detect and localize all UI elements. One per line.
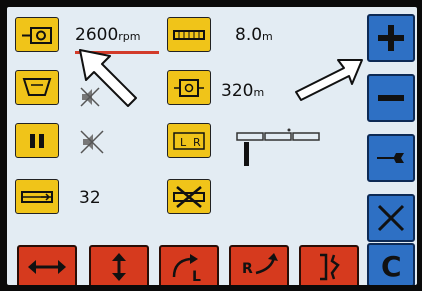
section-label-right: R	[193, 136, 201, 149]
machine-box-button[interactable]	[167, 70, 211, 105]
sprayer-boom-button[interactable]	[15, 179, 59, 214]
engine-speed-readout: 2600rpm	[75, 25, 141, 45]
turn-right-label: R	[242, 261, 253, 277]
count-readout: 32	[79, 188, 101, 208]
clear-button[interactable]: C	[367, 243, 415, 285]
distance-top-readout: 8.0m	[235, 25, 273, 45]
pointer-arrow-left	[79, 49, 137, 107]
engine-speed-icon	[22, 26, 52, 44]
pause-icon	[30, 133, 44, 148]
speaker-muted-icon	[80, 130, 104, 154]
pointer-arrow-right	[295, 59, 363, 101]
settings-button[interactable]	[367, 134, 415, 182]
boom-width-button[interactable]	[167, 17, 211, 52]
wrench-icon	[377, 153, 404, 163]
pause-button[interactable]	[15, 123, 59, 158]
turn-left-button[interactable]: L	[159, 245, 219, 285]
section-label-left: L	[180, 136, 187, 149]
boom-disabled-button[interactable]	[167, 179, 211, 214]
hopper-button[interactable]	[15, 70, 59, 105]
minus-icon	[378, 95, 404, 101]
hopper-icon	[22, 77, 52, 96]
horizontal-arrows-icon	[28, 260, 66, 274]
turn-right-icon: R	[242, 253, 278, 277]
lane-split-icon	[320, 253, 340, 281]
lr-section-button[interactable]: L R	[167, 123, 211, 158]
plus-button[interactable]	[367, 14, 415, 62]
vertical-arrows-button[interactable]	[89, 245, 149, 285]
lane-split-button[interactable]	[299, 245, 359, 285]
minus-button[interactable]	[367, 74, 415, 122]
vertical-arrows-icon	[112, 253, 126, 281]
crossed-out-boom-icon	[173, 185, 205, 208]
c-icon: C	[381, 250, 402, 282]
display-screen: 2600rpm 8.0m 320m 32 L R C L R	[7, 7, 417, 285]
boom-width-icon	[173, 29, 205, 40]
clear-label: C	[381, 250, 402, 282]
cancel-button[interactable]	[367, 194, 415, 242]
engine-speed-button[interactable]	[15, 17, 59, 52]
lr-section-icon: L R	[173, 131, 205, 150]
plus-icon	[378, 25, 404, 51]
horizontal-arrows-button[interactable]	[17, 245, 77, 285]
machine-box-icon	[174, 78, 204, 97]
boom-sections-graphic	[236, 128, 320, 166]
x-icon	[377, 204, 405, 232]
turn-left-label: L	[192, 269, 201, 283]
turn-left-icon: L	[172, 254, 201, 283]
distance-mid-readout: 320m	[221, 81, 265, 101]
sprayer-boom-icon	[21, 190, 53, 203]
turn-right-button[interactable]: R	[229, 245, 289, 285]
